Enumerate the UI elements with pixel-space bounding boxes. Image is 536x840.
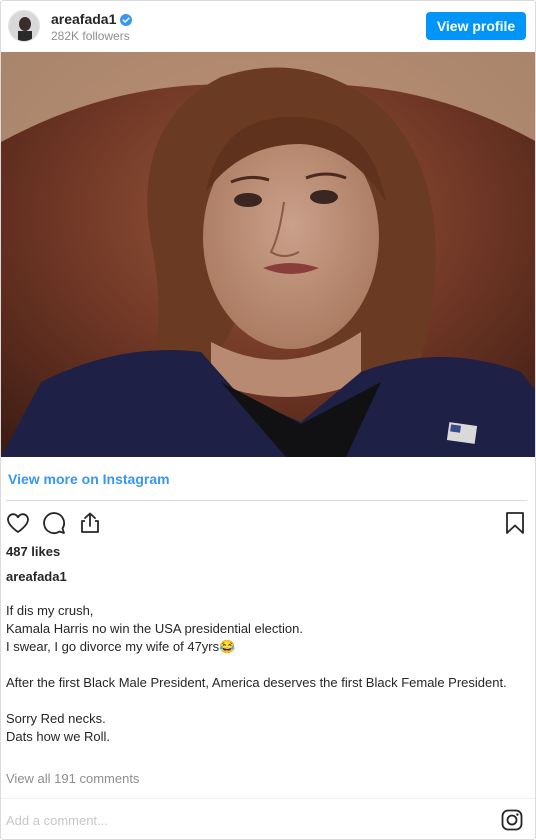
bookmark-icon[interactable] <box>503 511 527 540</box>
post-caption: If dis my crush, Kamala Harris no win th… <box>6 602 526 746</box>
view-profile-button[interactable]: View profile <box>426 12 526 40</box>
caption-paragraph: After the first Black Male President, Am… <box>6 674 526 692</box>
view-all-comments-link[interactable]: View all 191 comments <box>6 771 139 786</box>
heart-icon[interactable] <box>6 511 30 540</box>
post-header: areafada1 282K followers View profile <box>1 1 535 52</box>
view-more-on-instagram-link[interactable]: View more on Instagram <box>8 471 170 487</box>
share-icon[interactable] <box>78 511 102 540</box>
divider <box>6 500 527 501</box>
caption-username[interactable]: areafada1 <box>6 569 67 584</box>
verified-badge-icon <box>120 13 133 26</box>
post-actions <box>1 507 535 539</box>
caption-line: Dats how we Roll. <box>6 729 111 744</box>
caption-paragraph: Sorry Red necks. Dats how we Roll. <box>6 710 526 746</box>
caption-line: After the first Black Male President, Am… <box>6 675 507 690</box>
likes-count[interactable]: 487 likes <box>6 544 60 559</box>
instagram-logo-icon[interactable] <box>501 809 523 836</box>
caption-line: If dis my crush, <box>6 603 94 618</box>
username-row: areafada1 <box>51 11 133 27</box>
username-link[interactable]: areafada1 <box>51 11 116 27</box>
caption-line: I swear, I go divorce my wife of 47yrs😂 <box>6 639 236 654</box>
add-comment-input[interactable]: Add a comment... <box>6 813 108 828</box>
divider <box>1 798 535 799</box>
caption-line: Sorry Red necks. <box>6 711 106 726</box>
avatar[interactable] <box>8 10 40 42</box>
followers-count: 282K followers <box>51 29 130 43</box>
post-image[interactable] <box>1 52 535 457</box>
comment-bubble-icon[interactable] <box>42 511 66 540</box>
caption-line: Kamala Harris no win the USA presidentia… <box>6 621 303 636</box>
caption-paragraph: If dis my crush, Kamala Harris no win th… <box>6 602 526 656</box>
instagram-embed: areafada1 282K followers View profile Vi… <box>0 0 536 840</box>
